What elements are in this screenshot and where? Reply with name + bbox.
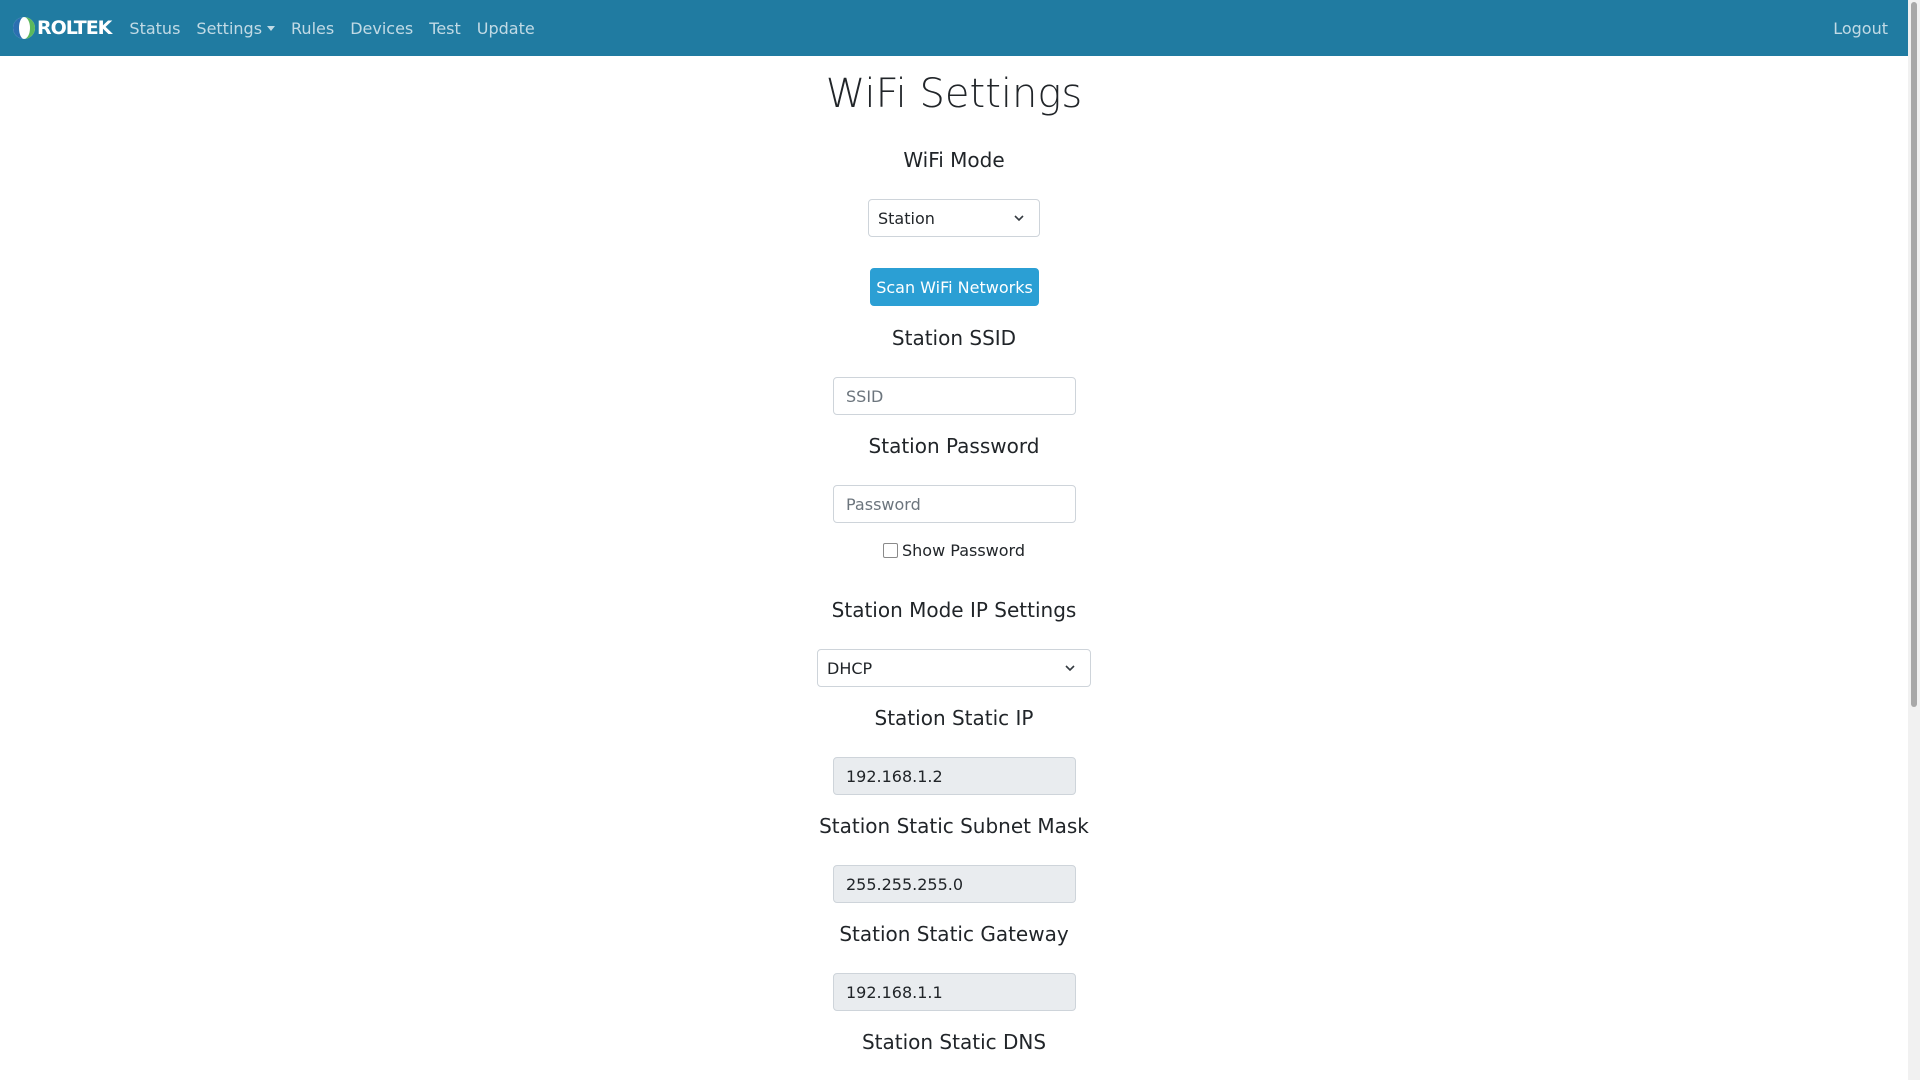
ip-settings-label: Station Mode IP Settings	[831, 598, 1077, 622]
nav-links: Status Settings Rules Devices Test Updat…	[121, 0, 542, 56]
static-ip-input[interactable]: 192.168.1.2	[833, 757, 1076, 795]
nav-link-label: Update	[476, 18, 535, 38]
chevron-down-icon	[1065, 665, 1075, 672]
ip-settings-select[interactable]: DHCP	[817, 649, 1091, 687]
nav-link-status[interactable]: Status	[121, 0, 188, 56]
show-password-checkbox[interactable]	[883, 543, 898, 558]
nav-link-label: Rules	[291, 18, 335, 38]
nav-link-label: Settings	[196, 18, 263, 38]
station-password-label: Station Password	[868, 434, 1040, 458]
page-scrollbar[interactable]	[1908, 0, 1920, 1080]
page-title: WiFi Settings	[825, 71, 1083, 117]
brand-logo-link[interactable]: ROLTEK	[12, 16, 112, 40]
show-password-label[interactable]: Show Password	[902, 541, 1025, 560]
subnet-mask-label: Station Static Subnet Mask	[819, 814, 1089, 838]
nav-link-rules[interactable]: Rules	[283, 0, 342, 56]
nav-link-update[interactable]: Update	[469, 0, 543, 56]
top-navbar: ROLTEK Status Settings Rules Devices Tes…	[0, 0, 1908, 56]
chevron-down-icon	[1014, 215, 1024, 222]
ip-settings-selected-value: DHCP	[827, 658, 873, 678]
gateway-label: Station Static Gateway	[839, 922, 1069, 946]
nav-link-devices[interactable]: Devices	[342, 0, 421, 56]
station-password-input[interactable]: Password	[833, 485, 1076, 523]
static-ip-label: Station Static IP	[874, 706, 1034, 730]
subnet-mask-input[interactable]: 255.255.255.0	[833, 865, 1076, 903]
logout-link[interactable]: Logout	[1833, 0, 1888, 56]
scan-wifi-networks-button[interactable]: Scan WiFi Networks	[870, 268, 1039, 306]
station-ssid-label: Station SSID	[891, 326, 1017, 350]
caret-down-icon	[267, 25, 276, 31]
show-password-row: Show Password	[0, 541, 1908, 560]
brand-name: ROLTEK	[37, 17, 112, 39]
wifi-mode-select[interactable]: Station	[868, 199, 1040, 237]
wifi-mode-label: WiFi Mode	[903, 148, 1005, 172]
nav-link-label: Status	[129, 18, 181, 38]
gateway-input[interactable]: 192.168.1.1	[833, 973, 1076, 1011]
station-ssid-input[interactable]: SSID	[833, 377, 1076, 415]
nav-link-label: Devices	[350, 18, 414, 38]
nav-link-test[interactable]: Test	[421, 0, 469, 56]
wifi-mode-selected-value: Station	[878, 208, 935, 228]
nav-link-label: Test	[429, 18, 461, 38]
scrollbar-thumb[interactable]	[1911, 2, 1917, 707]
nav-link-settings-dropdown[interactable]: Settings	[188, 0, 283, 56]
dns-label: Station Static DNS	[861, 1030, 1047, 1054]
roltek-logo-icon	[13, 17, 35, 39]
